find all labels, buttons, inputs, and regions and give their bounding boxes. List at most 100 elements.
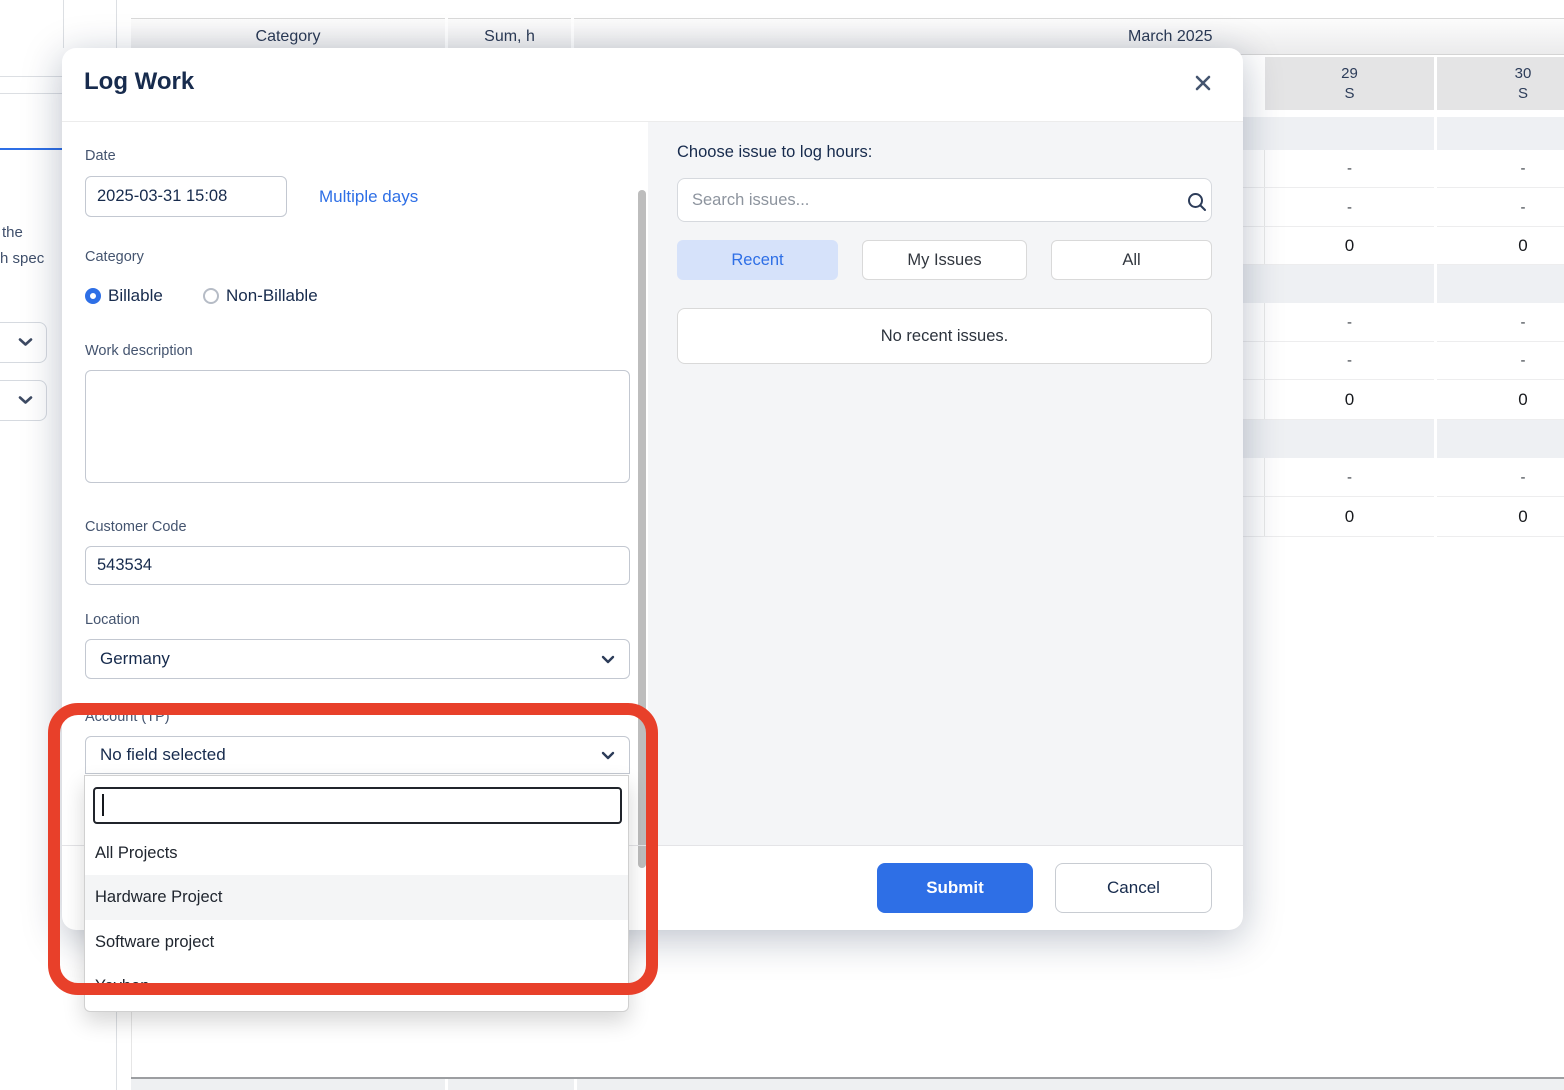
cancel-button[interactable]: Cancel bbox=[1055, 863, 1212, 913]
group-row bbox=[1243, 117, 1564, 150]
timesheet-grid: - - - - 0 0 - - - - 0 0 bbox=[1243, 117, 1564, 537]
tab-label: All bbox=[1122, 251, 1140, 270]
text-cursor bbox=[102, 794, 104, 816]
grid-cell[interactable]: - bbox=[1437, 188, 1564, 226]
total-row: 0 0 bbox=[1243, 497, 1564, 537]
date-input[interactable] bbox=[85, 176, 287, 217]
grid-cell[interactable]: - bbox=[1437, 342, 1564, 379]
table-header-row-partial bbox=[131, 1079, 1564, 1090]
table-row: - - bbox=[1243, 150, 1564, 188]
date-label: Date bbox=[85, 148, 116, 164]
issue-picker-heading: Choose issue to log hours: bbox=[677, 143, 872, 162]
location-value: Germany bbox=[100, 649, 170, 669]
pane-divider bbox=[0, 76, 63, 77]
chevron-down-icon bbox=[601, 745, 615, 765]
account-label: Account (TP) bbox=[85, 709, 170, 725]
location-select[interactable]: Germany bbox=[85, 639, 630, 679]
grid-cell[interactable]: - bbox=[1265, 150, 1434, 187]
column-gap bbox=[445, 1079, 448, 1090]
truncated-text: h spec bbox=[0, 250, 44, 267]
month-label: March 2025 bbox=[1128, 28, 1213, 46]
dropdown-option-highlighted[interactable]: Hardware Project bbox=[85, 875, 628, 920]
tab-label: Recent bbox=[731, 251, 783, 270]
issue-picker-panel: Choose issue to log hours: Recent My Iss… bbox=[648, 122, 1243, 845]
chevron-down-icon bbox=[18, 334, 33, 352]
empty-results-box: No recent issues. bbox=[677, 308, 1212, 364]
collapsed-dropdown-button[interactable] bbox=[0, 380, 47, 421]
day-number: 29 bbox=[1265, 64, 1434, 84]
tab-all[interactable]: All bbox=[1051, 240, 1212, 280]
close-icon bbox=[1193, 73, 1213, 96]
total-row: 0 0 bbox=[1243, 380, 1564, 420]
truncated-text: the bbox=[2, 224, 23, 241]
table-row: - - bbox=[1243, 303, 1564, 342]
day-column-header: 30 S bbox=[1437, 57, 1564, 110]
grid-cell[interactable]: - bbox=[1437, 303, 1564, 341]
account-dropdown-search-input[interactable] bbox=[93, 787, 622, 824]
work-description-label: Work description bbox=[85, 343, 193, 359]
close-button[interactable] bbox=[1191, 72, 1215, 96]
group-row bbox=[1243, 420, 1564, 458]
customer-code-input[interactable] bbox=[85, 546, 630, 585]
day-letter: S bbox=[1437, 84, 1564, 104]
submit-button[interactable]: Submit bbox=[877, 863, 1033, 913]
radio-label: Non-Billable bbox=[226, 286, 318, 306]
grid-total-cell: 0 bbox=[1265, 497, 1434, 536]
dropdown-option[interactable]: Software project bbox=[85, 920, 628, 964]
grid-cell[interactable]: - bbox=[1437, 150, 1564, 187]
tab-label: My Issues bbox=[907, 251, 981, 270]
account-value: No field selected bbox=[100, 745, 226, 765]
day-column-header: 29 S bbox=[1265, 57, 1434, 110]
radio-selected-icon bbox=[85, 288, 101, 304]
location-label: Location bbox=[85, 612, 140, 628]
work-description-textarea[interactable] bbox=[85, 370, 630, 483]
issue-search-input[interactable] bbox=[677, 178, 1212, 222]
table-row: - - bbox=[1243, 188, 1564, 227]
grid-cell[interactable]: - bbox=[1437, 458, 1564, 496]
customer-code-label: Customer Code bbox=[85, 519, 187, 535]
pane-divider bbox=[0, 93, 63, 94]
search-icon bbox=[1186, 191, 1208, 218]
pane-divider bbox=[116, 1012, 117, 1090]
chevron-down-icon bbox=[18, 392, 33, 410]
active-tab-underline bbox=[0, 148, 62, 150]
collapsed-dropdown-button[interactable] bbox=[0, 322, 47, 363]
radio-label: Billable bbox=[108, 286, 163, 306]
grid-total-cell: 0 bbox=[1265, 380, 1434, 419]
radio-option-billable[interactable]: Billable bbox=[85, 286, 163, 306]
grid-cell[interactable]: - bbox=[1265, 458, 1434, 496]
column-header-label: Sum, h bbox=[484, 28, 535, 46]
radio-unselected-icon bbox=[203, 288, 219, 304]
grid-cell[interactable]: - bbox=[1265, 188, 1434, 226]
tab-recent[interactable]: Recent bbox=[677, 240, 838, 280]
group-row bbox=[1243, 265, 1564, 303]
account-select[interactable]: No field selected bbox=[85, 736, 630, 774]
modal-title: Log Work bbox=[84, 68, 194, 96]
account-dropdown-panel: All Projects Hardware Project Software p… bbox=[84, 775, 629, 1012]
chevron-down-icon bbox=[601, 649, 615, 669]
multiple-days-link[interactable]: Multiple days bbox=[319, 187, 418, 207]
table-row: - - bbox=[1243, 342, 1564, 380]
scrollbar-thumb[interactable] bbox=[638, 190, 646, 868]
table-row: - - bbox=[1243, 458, 1564, 497]
grid-total-cell: 0 bbox=[1437, 227, 1564, 264]
day-number: 30 bbox=[1437, 64, 1564, 84]
radio-option-non-billable[interactable]: Non-Billable bbox=[203, 286, 318, 306]
screen: the h spec Category Sum, h March 2025 29… bbox=[0, 0, 1564, 1090]
column-header-label: Category bbox=[256, 28, 321, 46]
grid-cell[interactable]: - bbox=[1265, 303, 1434, 341]
pane-divider bbox=[63, 0, 64, 48]
dropdown-option[interactable]: All Projects bbox=[85, 831, 628, 875]
grid-cell[interactable]: - bbox=[1265, 342, 1434, 379]
day-letter: S bbox=[1265, 84, 1434, 104]
tab-my-issues[interactable]: My Issues bbox=[862, 240, 1027, 280]
column-gap bbox=[1434, 117, 1437, 537]
dropdown-option[interactable]: Yevhen bbox=[85, 964, 628, 1008]
grid-total-cell: 0 bbox=[1265, 227, 1434, 264]
grid-total-cell: 0 bbox=[1437, 380, 1564, 419]
empty-results-text: No recent issues. bbox=[881, 327, 1008, 346]
category-label: Category bbox=[85, 249, 144, 265]
total-row: 0 0 bbox=[1243, 227, 1564, 265]
pane-divider bbox=[116, 0, 117, 48]
column-gap bbox=[574, 1079, 577, 1090]
